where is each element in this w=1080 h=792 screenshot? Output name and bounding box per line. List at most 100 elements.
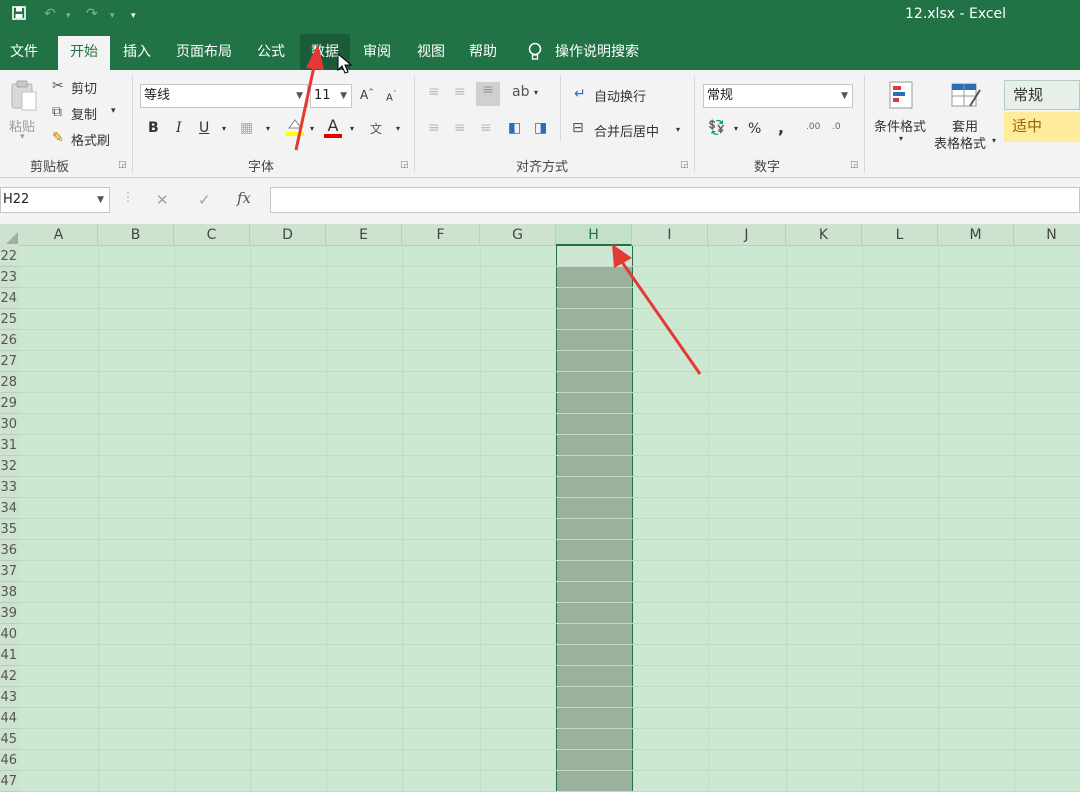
column-header-d[interactable]: D — [250, 224, 326, 246]
formula-input[interactable] — [270, 187, 1080, 213]
name-box[interactable]: H22 ▼ — [0, 187, 110, 213]
dialog-launcher-icon[interactable]: ◲ — [680, 160, 689, 170]
column-header-b[interactable]: B — [98, 224, 174, 246]
column-header-g[interactable]: G — [480, 224, 556, 246]
font-color-button[interactable]: A — [324, 118, 342, 138]
cut-icon[interactable]: ✂ — [52, 78, 64, 94]
row-header-46[interactable]: 46 — [0, 750, 20, 771]
font-color-dropdown-icon[interactable]: ▾ — [350, 124, 354, 133]
tab-insert[interactable]: 插入 — [114, 34, 160, 70]
increase-font-icon[interactable]: A^ — [360, 88, 374, 102]
row-header-33[interactable]: 33 — [0, 477, 20, 498]
row-header-26[interactable]: 26 — [0, 330, 20, 351]
cut-button[interactable]: 剪切 — [71, 78, 97, 97]
row-header-32[interactable]: 32 — [0, 456, 20, 477]
orientation-dropdown-icon[interactable]: ▾ — [534, 88, 538, 97]
tab-file[interactable]: 文件 — [0, 34, 48, 70]
merge-center-icon[interactable]: ⊟ — [572, 120, 584, 136]
align-bottom-icon[interactable]: ≡ — [476, 82, 500, 106]
column-header-e[interactable]: E — [326, 224, 402, 246]
tab-help[interactable]: 帮助 — [462, 34, 504, 70]
row-header-42[interactable]: 42 — [0, 666, 20, 687]
tab-formulas[interactable]: 公式 — [250, 34, 292, 70]
conditional-dropdown-icon[interactable]: ▾ — [899, 134, 903, 143]
row-header-39[interactable]: 39 — [0, 603, 20, 624]
row-header-37[interactable]: 37 — [0, 561, 20, 582]
align-right-icon[interactable]: ≡ — [480, 120, 492, 136]
dialog-launcher-icon[interactable]: ◲ — [118, 160, 127, 170]
column-header-h[interactable]: H — [556, 224, 632, 246]
row-header-41[interactable]: 41 — [0, 645, 20, 666]
paste-dropdown-icon[interactable]: ▾ — [20, 132, 25, 142]
bold-button[interactable]: B — [148, 120, 159, 136]
currency-icon[interactable]: 💱 — [708, 120, 725, 136]
row-header-34[interactable]: 34 — [0, 498, 20, 519]
tab-page-layout[interactable]: 页面布局 — [170, 34, 238, 70]
row-header-31[interactable]: 31 — [0, 435, 20, 456]
dialog-launcher-icon[interactable]: ◲ — [400, 160, 409, 170]
underline-button[interactable]: U — [199, 120, 209, 136]
copy-button[interactable]: 复制 — [71, 104, 97, 123]
dialog-launcher-icon[interactable]: ◲ — [850, 160, 859, 170]
phonetic-dropdown-icon[interactable]: ▾ — [396, 124, 400, 133]
row-header-45[interactable]: 45 — [0, 729, 20, 750]
row-header-36[interactable]: 36 — [0, 540, 20, 561]
tab-view[interactable]: 视图 — [410, 34, 452, 70]
lightbulb-icon[interactable] — [524, 34, 546, 70]
row-header-40[interactable]: 40 — [0, 624, 20, 645]
font-size-box[interactable]: 11 ▼ — [310, 84, 352, 108]
number-format-box[interactable]: 常规 ▼ — [703, 84, 853, 108]
column-header-a[interactable]: A — [20, 224, 98, 246]
style-normal[interactable]: 常规 — [1004, 80, 1080, 110]
enter-formula-icon[interactable]: ✓ — [198, 191, 211, 209]
customize-qat-icon[interactable]: ▾ — [131, 11, 136, 21]
row-header-38[interactable]: 38 — [0, 582, 20, 603]
worksheet-grid[interactable]: A B C D E F G H I J K L M N 22 23 24 25 26 27 28 29 30 31 32 33 34… — [0, 224, 1080, 792]
row-header-24[interactable]: 24 — [0, 288, 20, 309]
decrease-font-icon[interactable]: Aˇ — [386, 90, 396, 103]
increase-indent-icon[interactable]: ◨ — [534, 120, 547, 136]
merge-center-button[interactable]: 合并后居中 — [594, 121, 659, 140]
format-as-table-dropdown-icon[interactable]: ▾ — [992, 136, 996, 145]
style-neutral[interactable]: 适中 — [1004, 112, 1080, 142]
wrap-text-button[interactable]: 自动换行 — [594, 86, 646, 105]
comma-button[interactable]: , — [778, 118, 784, 137]
copy-icon[interactable]: ⧉ — [52, 104, 62, 120]
tell-me-search[interactable]: 操作说明搜索 — [552, 34, 642, 70]
align-middle-icon[interactable]: ≡ — [454, 84, 466, 100]
phonetic-icon[interactable]: 文 — [370, 120, 382, 137]
tab-review[interactable]: 审阅 — [356, 34, 398, 70]
redo-dropdown-icon[interactable]: ▾ — [110, 11, 115, 21]
cancel-formula-icon[interactable]: ✕ — [156, 191, 169, 209]
save-icon[interactable] — [12, 6, 26, 24]
italic-button[interactable]: I — [176, 120, 182, 136]
wrap-text-icon[interactable]: ↵ — [574, 86, 586, 102]
conditional-formatting-icon[interactable] — [888, 80, 916, 114]
column-header-l[interactable]: L — [862, 224, 938, 246]
row-header-44[interactable]: 44 — [0, 708, 20, 729]
format-painter-icon[interactable]: ✎ — [52, 130, 64, 146]
orientation-icon[interactable]: ab — [512, 84, 529, 100]
redo-icon[interactable]: ↷ — [86, 6, 98, 22]
row-header-25[interactable]: 25 — [0, 309, 20, 330]
decrease-decimal-icon[interactable]: .0 — [832, 122, 841, 132]
insert-function-icon[interactable]: fx — [237, 189, 251, 207]
font-name-box[interactable]: 等线 ▼ — [140, 84, 308, 108]
row-header-22[interactable]: 22 — [0, 246, 20, 267]
column-header-k[interactable]: K — [786, 224, 862, 246]
paste-icon[interactable] — [10, 80, 38, 116]
row-header-47[interactable]: 47 — [0, 771, 20, 792]
column-header-m[interactable]: M — [938, 224, 1014, 246]
row-header-23[interactable]: 23 — [0, 267, 20, 288]
column-header-f[interactable]: F — [402, 224, 480, 246]
active-cell-h22[interactable] — [557, 246, 632, 267]
underline-dropdown-icon[interactable]: ▾ — [222, 124, 226, 133]
percent-button[interactable]: % — [748, 121, 761, 137]
borders-icon[interactable]: ▦ — [240, 120, 253, 136]
merge-dropdown-icon[interactable]: ▾ — [676, 125, 680, 134]
select-all-button[interactable] — [0, 224, 20, 246]
format-as-table-icon[interactable] — [950, 80, 982, 114]
tab-home[interactable]: 开始 — [58, 36, 110, 70]
format-painter-button[interactable]: 格式刷 — [71, 130, 110, 149]
align-top-icon[interactable]: ≡ — [428, 84, 440, 100]
